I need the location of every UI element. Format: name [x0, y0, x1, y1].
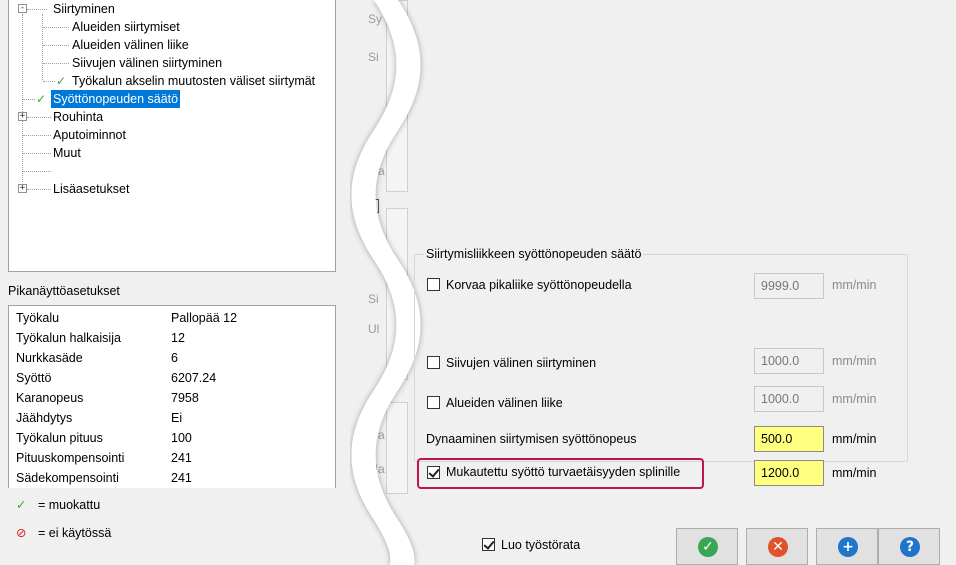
tree-item-muut[interactable]: Muut	[53, 144, 81, 162]
quick-info-value: 241	[171, 451, 192, 465]
create-toolpath-label: Luo työstörata	[501, 538, 581, 552]
tree-guide	[27, 9, 47, 10]
quick-info-key: Nurkkasäde	[16, 351, 83, 365]
collapse-icon[interactable]: -	[18, 4, 27, 13]
adapted-spline-feed-input[interactable]: 1200.0	[754, 460, 824, 486]
tree-item-alueiden-siirtymiset[interactable]: Alueiden siirtymiset	[72, 18, 180, 36]
dynamic-feed-input[interactable]: 500.0	[754, 426, 824, 452]
tree-item-syottonopeuden-saato[interactable]: Syöttönopeuden säätö	[51, 90, 181, 108]
quick-info-value: 6	[171, 351, 178, 365]
dynamic-feed-label: Dynaaminen siirtymisen syöttönopeus	[426, 432, 637, 446]
slice-transition-feed-input[interactable]: 1000.0	[754, 348, 824, 374]
quick-info-row: Karanopeus 7958	[16, 388, 199, 408]
dynamic-feed-unit: mm/min	[832, 432, 877, 446]
feed-rate-group-title: Siirtymisliikkeen syöttönopeuden säätö	[424, 247, 644, 261]
quick-info-value: 12	[171, 331, 185, 345]
help-icon: ?	[900, 537, 920, 557]
legend-modified: ✓ = muokattu	[16, 497, 100, 512]
replace-rapid-unit: mm/min	[832, 278, 877, 292]
cancel-button[interactable]: ✕	[746, 528, 808, 565]
quick-info-row: Työkalun halkaisija 12	[16, 328, 185, 348]
quick-info-key: Sädekompensointi	[16, 471, 119, 485]
ok-check-icon: ✓	[698, 537, 718, 557]
tree-item-tool-axis-transitions[interactable]: Työkalun akselin muutosten väliset siirt…	[72, 72, 315, 90]
tree-item-rouhinta[interactable]: Rouhinta	[53, 108, 103, 126]
quick-info-key: Karanopeus	[16, 391, 84, 405]
replace-rapid-feed-input[interactable]: 9999.0	[754, 273, 824, 299]
quick-info-key: Työkalun pituus	[16, 431, 103, 445]
quick-info-value: Pallopää 12	[171, 311, 238, 325]
ok-button[interactable]: ✓	[676, 528, 738, 565]
quick-info-value: 241	[171, 471, 192, 485]
create-toolpath-checkbox[interactable]	[482, 538, 495, 551]
tree-item-siivujen-valinen-siirtyminen[interactable]: Siivujen välinen siirtyminen	[72, 54, 222, 72]
plus-icon: +	[838, 537, 858, 557]
quick-info-row: Sädekompensointi 241	[16, 468, 192, 488]
tree-item-lisaasetukset[interactable]: Lisäasetukset	[53, 180, 129, 198]
quick-info-key: Syöttö	[16, 371, 52, 385]
add-button[interactable]: +	[816, 528, 878, 565]
quick-info-row: Nurkkasäde 6	[16, 348, 178, 368]
quick-info-key: Pituuskompensointi	[16, 451, 125, 465]
slice-transition-label: Siivujen välinen siirtyminen	[446, 356, 597, 370]
quick-info-row: Pituuskompensointi 241	[16, 448, 192, 468]
tree-guide	[43, 81, 55, 82]
quick-info-value: 7958	[171, 391, 199, 405]
quick-info-value: 6207.24	[171, 371, 217, 385]
legend-modified-label: = muokattu	[37, 498, 101, 512]
tree-guide	[22, 14, 23, 182]
area-move-unit: mm/min	[832, 392, 877, 406]
modified-check-icon: ✓	[56, 74, 67, 88]
quick-info-title: Pikanäyttöasetukset	[8, 284, 120, 298]
legend-disabled: ⊘ = ei käytössä	[16, 525, 111, 540]
slice-transition-checkbox[interactable]	[427, 356, 440, 369]
quick-info-row: Jäähdytys Ei	[16, 408, 182, 428]
adapted-spline-feed-unit: mm/min	[832, 466, 877, 480]
quick-info-key: Työkalu	[16, 311, 60, 325]
quick-info-key: Työkalun halkaisija	[16, 331, 121, 345]
check-icon: ✓	[16, 498, 27, 512]
tree-item-alueiden-valinen-liike[interactable]: Alueiden välinen liike	[72, 36, 189, 54]
tree-guide	[23, 135, 51, 136]
tree-item-siirtyminen[interactable]: Siirtyminen	[53, 0, 115, 18]
quick-info-row: Syöttö 6207.24	[16, 368, 216, 388]
disabled-icon: ⊘	[16, 526, 27, 540]
quick-info-value: 100	[171, 431, 192, 445]
tree-guide	[43, 63, 69, 64]
quick-info-row: Työkalun pituus 100	[16, 428, 192, 448]
cancel-x-icon: ✕	[768, 537, 788, 557]
callout-highlight-box	[417, 458, 704, 489]
tree-guide	[27, 189, 51, 190]
area-move-checkbox[interactable]	[427, 396, 440, 409]
quick-info-panel: Työkalu Pallopää 12 Työkalun halkaisija 12…	[8, 305, 336, 488]
tree-guide	[23, 171, 51, 172]
quick-info-key: Jäähdytys	[16, 411, 73, 425]
tree-item-aputoiminnot[interactable]: Aputoiminnot	[53, 126, 126, 144]
tree-guide	[43, 45, 69, 46]
tree-guide	[43, 27, 69, 28]
slice-transition-unit: mm/min	[832, 354, 877, 368]
tree-guide	[27, 117, 51, 118]
tree-guide	[23, 153, 51, 154]
area-move-feed-input[interactable]: 1000.0	[754, 386, 824, 412]
replace-rapid-checkbox[interactable]	[427, 278, 440, 291]
quick-info-value: Ei	[171, 411, 183, 425]
replace-rapid-label: Korvaa pikaliike syöttönopeudella	[446, 278, 632, 292]
help-button[interactable]: ?	[878, 528, 940, 565]
legend-disabled-label: = ei käytössä	[37, 526, 112, 540]
quick-info-row: Työkalu Pallopää 12	[16, 308, 237, 328]
strategy-tree[interactable]: - Siirtyminen Alueiden siirtymiset Aluei…	[8, 0, 336, 272]
tree-guide	[42, 14, 43, 80]
expand-icon[interactable]: +	[18, 112, 27, 121]
modified-check-icon: ✓	[36, 92, 47, 106]
tree-guide	[23, 99, 35, 100]
area-move-label: Alueiden välinen liike	[446, 396, 563, 410]
expand-icon[interactable]: +	[18, 184, 27, 193]
